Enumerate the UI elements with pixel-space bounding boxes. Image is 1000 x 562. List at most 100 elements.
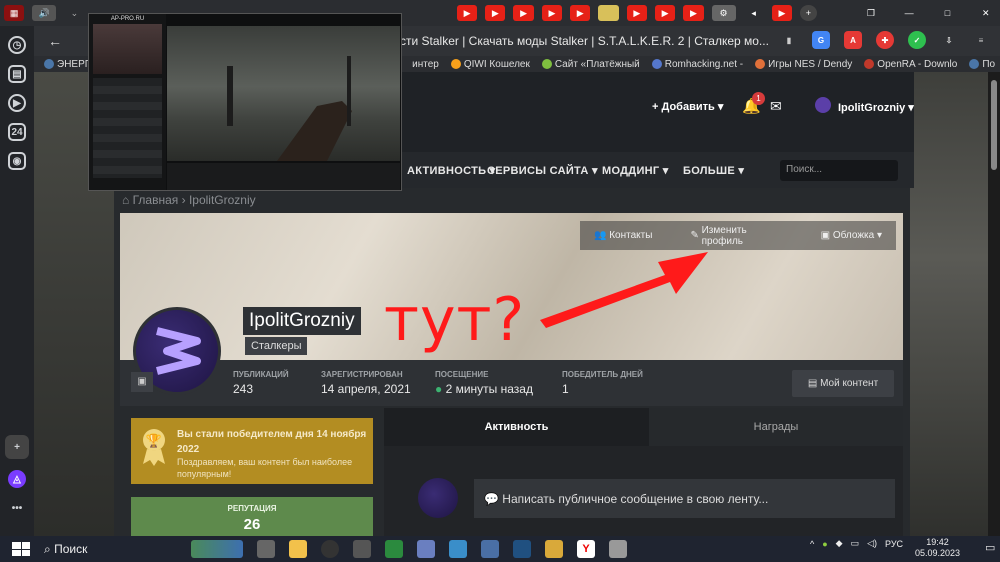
bookmark-item[interactable]: Игры NES / Dendy	[755, 59, 852, 70]
tab-site-icon[interactable]	[598, 5, 619, 21]
bookmark-item[interactable]: OpenRA - Downlo	[864, 59, 957, 70]
chevron-down-icon[interactable]: ⌄	[64, 5, 84, 21]
change-avatar-icon[interactable]: ▣	[131, 372, 153, 392]
tab-activity[interactable]: Активность	[384, 408, 649, 446]
tray-chevron-icon[interactable]: ^	[810, 539, 814, 549]
back-arrow-icon[interactable]: ←	[48, 33, 62, 49]
volume-icon[interactable]: ◁)	[867, 538, 877, 549]
vk-icon	[44, 59, 54, 69]
bookmark-item[interactable]: QIWI Кошелек	[450, 59, 530, 70]
arrows-icon[interactable]	[481, 540, 499, 558]
language-indicator[interactable]: РУС	[885, 539, 903, 549]
user-avatar-small[interactable]	[815, 97, 831, 113]
scrollbar-thumb[interactable]	[991, 80, 997, 170]
trophy-icon: 🏆	[140, 428, 168, 466]
nes-icon	[755, 59, 766, 69]
youtube-tab-icon[interactable]: ▶	[513, 5, 534, 21]
youtube-tab-icon[interactable]: ▶	[541, 5, 563, 21]
add-panel-icon[interactable]: +	[5, 435, 29, 459]
svg-text:🏆: 🏆	[146, 433, 162, 448]
tray-app-icon[interactable]: ◆	[836, 538, 843, 549]
vk-icon	[969, 59, 980, 69]
cover-button[interactable]: ▣ Обложка ▾	[807, 221, 896, 250]
youtube-tab-icon[interactable]: ▶	[683, 5, 704, 21]
bookmark-item[interactable]: ЭНЕРГ	[44, 59, 90, 70]
stat-label: ЗАРЕГИСТРИРОВАН	[321, 370, 403, 379]
tab-shield-icon[interactable]	[429, 5, 449, 21]
search-input[interactable]: Поиск...	[780, 160, 898, 181]
task-view-icon[interactable]	[257, 540, 275, 558]
nav-modding[interactable]: МОДДИНГ ▾	[602, 164, 669, 177]
bookmark-item[interactable]: Romhacking.net -	[651, 59, 743, 70]
extension-gift-icon[interactable]: ✚	[876, 31, 894, 49]
extension-toolbar: ▮ G A ✚ ✓ ⇩ ≡	[787, 31, 990, 49]
bookmark-item[interactable]: По	[969, 59, 995, 70]
history-icon[interactable]: ◷	[8, 36, 26, 54]
notes-icon[interactable]	[545, 540, 563, 558]
bookmark-icon[interactable]: ▮	[780, 31, 798, 49]
add-button[interactable]: + Добавить ▾	[652, 100, 723, 113]
monitor-icon[interactable]	[449, 540, 467, 558]
youtube-tab-icon[interactable]: ▶	[485, 5, 506, 21]
youtube-tab-icon[interactable]: ▶	[654, 5, 676, 21]
maximize-icon[interactable]: □	[937, 5, 957, 21]
collections-icon[interactable]: ▤	[8, 65, 26, 83]
speaker-tab-icon[interactable]: 🔊	[32, 5, 57, 21]
browser-logo-icon[interactable]: ▦	[4, 5, 25, 21]
close-icon[interactable]: ✕	[976, 5, 996, 21]
stream-logo: AP-PRO.RU	[110, 16, 145, 22]
breadcrumb: ⌂ Главная › IpolitGrozniy	[122, 193, 256, 207]
url-text[interactable]: сти Stalker | Скачать моды Stalker | S.T…	[400, 34, 769, 48]
teamviewer-icon[interactable]	[513, 540, 531, 558]
award-title: Вы стали победителем дня 14 ноября 2022	[177, 429, 367, 455]
check-icon[interactable]: ✓	[908, 31, 926, 49]
translate-icon[interactable]: G	[812, 31, 830, 49]
bookmark-item[interactable]: Сайт «Платёжный	[541, 59, 640, 70]
youtube-tab-icon[interactable]: ▶	[771, 5, 793, 21]
extension-ad-icon[interactable]: A	[844, 31, 862, 49]
alice-assistant-icon[interactable]: ◬	[8, 470, 26, 488]
archive-icon[interactable]	[609, 540, 627, 558]
menu-icon[interactable]: ≡	[972, 31, 990, 49]
taskbar-widget-icon[interactable]	[191, 540, 243, 558]
tab-awards[interactable]: Награды	[649, 408, 903, 446]
user-menu[interactable]: IpolitGrozniy ▾	[838, 101, 914, 114]
notifications-icon[interactable]: ▭	[985, 541, 995, 554]
breadcrumb-home[interactable]: Главная	[133, 193, 179, 207]
active-tab-icon[interactable]: ⚙	[711, 5, 736, 21]
status-update-input[interactable]: 💬 Написать публичное сообщение в свою ле…	[474, 479, 895, 518]
youtube-tab-icon[interactable]: ▶	[456, 5, 478, 21]
camera-icon[interactable]: ◉	[8, 152, 26, 170]
tray-app-icon[interactable]: ●	[822, 539, 827, 549]
obs-icon[interactable]	[321, 540, 339, 558]
video-play-icon[interactable]: ▶	[8, 94, 26, 112]
explorer-icon[interactable]	[289, 540, 307, 558]
mail-icon[interactable]: ✉	[770, 98, 782, 115]
yandex-browser-icon[interactable]: Y	[577, 540, 595, 558]
windows-start-icon[interactable]	[12, 542, 30, 556]
download-icon[interactable]: ⇩	[940, 31, 958, 49]
paint-icon[interactable]	[417, 540, 435, 558]
excel-icon[interactable]	[385, 540, 403, 558]
nav-activity[interactable]: АКТИВНОСТЬ ▾	[407, 164, 495, 177]
browser-sidebar: ◷ ▤ ▶ 24 ◉ + ◬ •••	[0, 26, 34, 536]
youtube-tab-icon[interactable]: ▶	[626, 5, 647, 21]
my-content-button[interactable]: ▤ Мой контент	[792, 370, 894, 397]
notification-badge: 1	[752, 92, 765, 105]
taskbar-clock[interactable]: 19:42 05.09.2023	[915, 537, 960, 560]
bookmark-item[interactable]: интер	[412, 59, 439, 70]
mute-tab-icon[interactable]: ◂	[744, 5, 764, 21]
tab-list-icon[interactable]: ❐	[861, 5, 881, 21]
taskbar-search[interactable]: ⌕ Поиск	[44, 536, 184, 562]
stat-label: ПОБЕДИТЕЛЬ ДНЕЙ	[562, 370, 643, 379]
network-icon[interactable]: ▭	[851, 538, 860, 549]
news-24-icon[interactable]: 24	[8, 123, 26, 141]
nav-more[interactable]: БОЛЬШЕ ▾	[683, 164, 744, 177]
app-icon[interactable]	[353, 540, 371, 558]
new-tab-plus-icon[interactable]: +	[800, 5, 817, 21]
nav-services[interactable]: СЕРВИСЫ САЙТА ▾	[487, 164, 598, 177]
youtube-tab-icon[interactable]: ▶	[570, 5, 591, 21]
minimize-icon[interactable]: —	[899, 5, 919, 21]
award-description: Поздравляем, ваш контент был наиболее по…	[177, 457, 353, 479]
more-dots-icon[interactable]: •••	[8, 499, 26, 517]
